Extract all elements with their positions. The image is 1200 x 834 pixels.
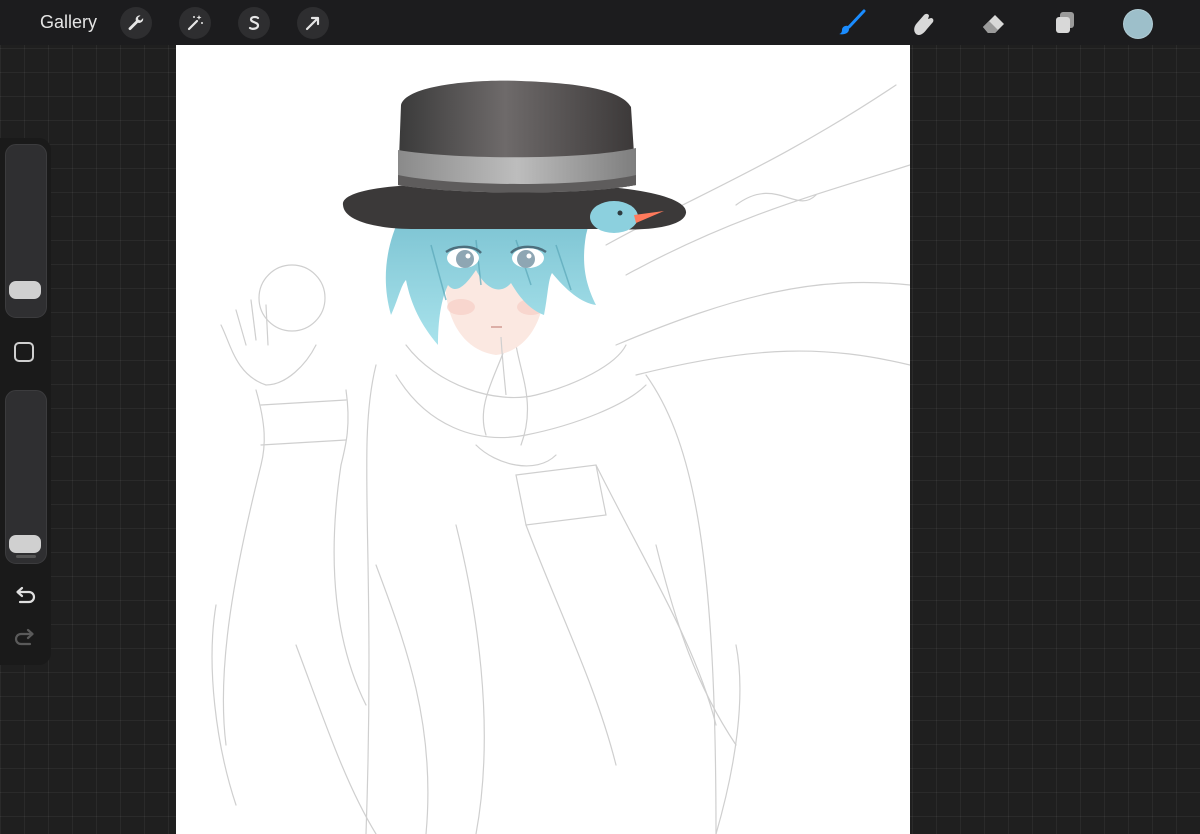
redo-icon (14, 628, 34, 646)
opacity-slider-knob[interactable] (9, 534, 41, 553)
adjustments-button[interactable] (179, 7, 211, 39)
opacity-slider[interactable] (5, 390, 47, 564)
brush-size-slider[interactable] (5, 144, 47, 318)
drawing-canvas[interactable] (176, 45, 910, 834)
undo-icon (16, 586, 36, 604)
wrench-icon (128, 15, 144, 31)
hat (342, 80, 687, 230)
actions-button[interactable] (120, 7, 152, 39)
layers-icon (1056, 12, 1074, 33)
redo-button[interactable] (12, 628, 38, 650)
brush-button[interactable] (835, 6, 869, 40)
undo-button[interactable] (12, 586, 38, 608)
arrow-cursor-icon (305, 16, 320, 31)
top-toolbar: Gallery (0, 0, 1200, 45)
transform-button[interactable] (297, 7, 329, 39)
color-picker-swatch[interactable] (1123, 9, 1153, 39)
left-sidebar (0, 138, 51, 665)
eraser-icon (983, 15, 1004, 33)
gallery-button[interactable]: Gallery (40, 11, 97, 33)
selection-button[interactable] (238, 7, 270, 39)
smudge-button[interactable] (906, 6, 940, 40)
layers-button[interactable] (1048, 6, 1082, 40)
smudge-finger-icon (914, 13, 934, 36)
eraser-button[interactable] (977, 6, 1011, 40)
brush-size-slider-knob[interactable] (9, 281, 41, 300)
brush-icon (839, 9, 866, 35)
modify-button[interactable] (14, 342, 34, 362)
opacity-slider-shadow (16, 554, 36, 558)
artwork (211, 80, 910, 834)
selection-s-icon (248, 15, 260, 30)
magic-wand-icon (187, 15, 203, 31)
